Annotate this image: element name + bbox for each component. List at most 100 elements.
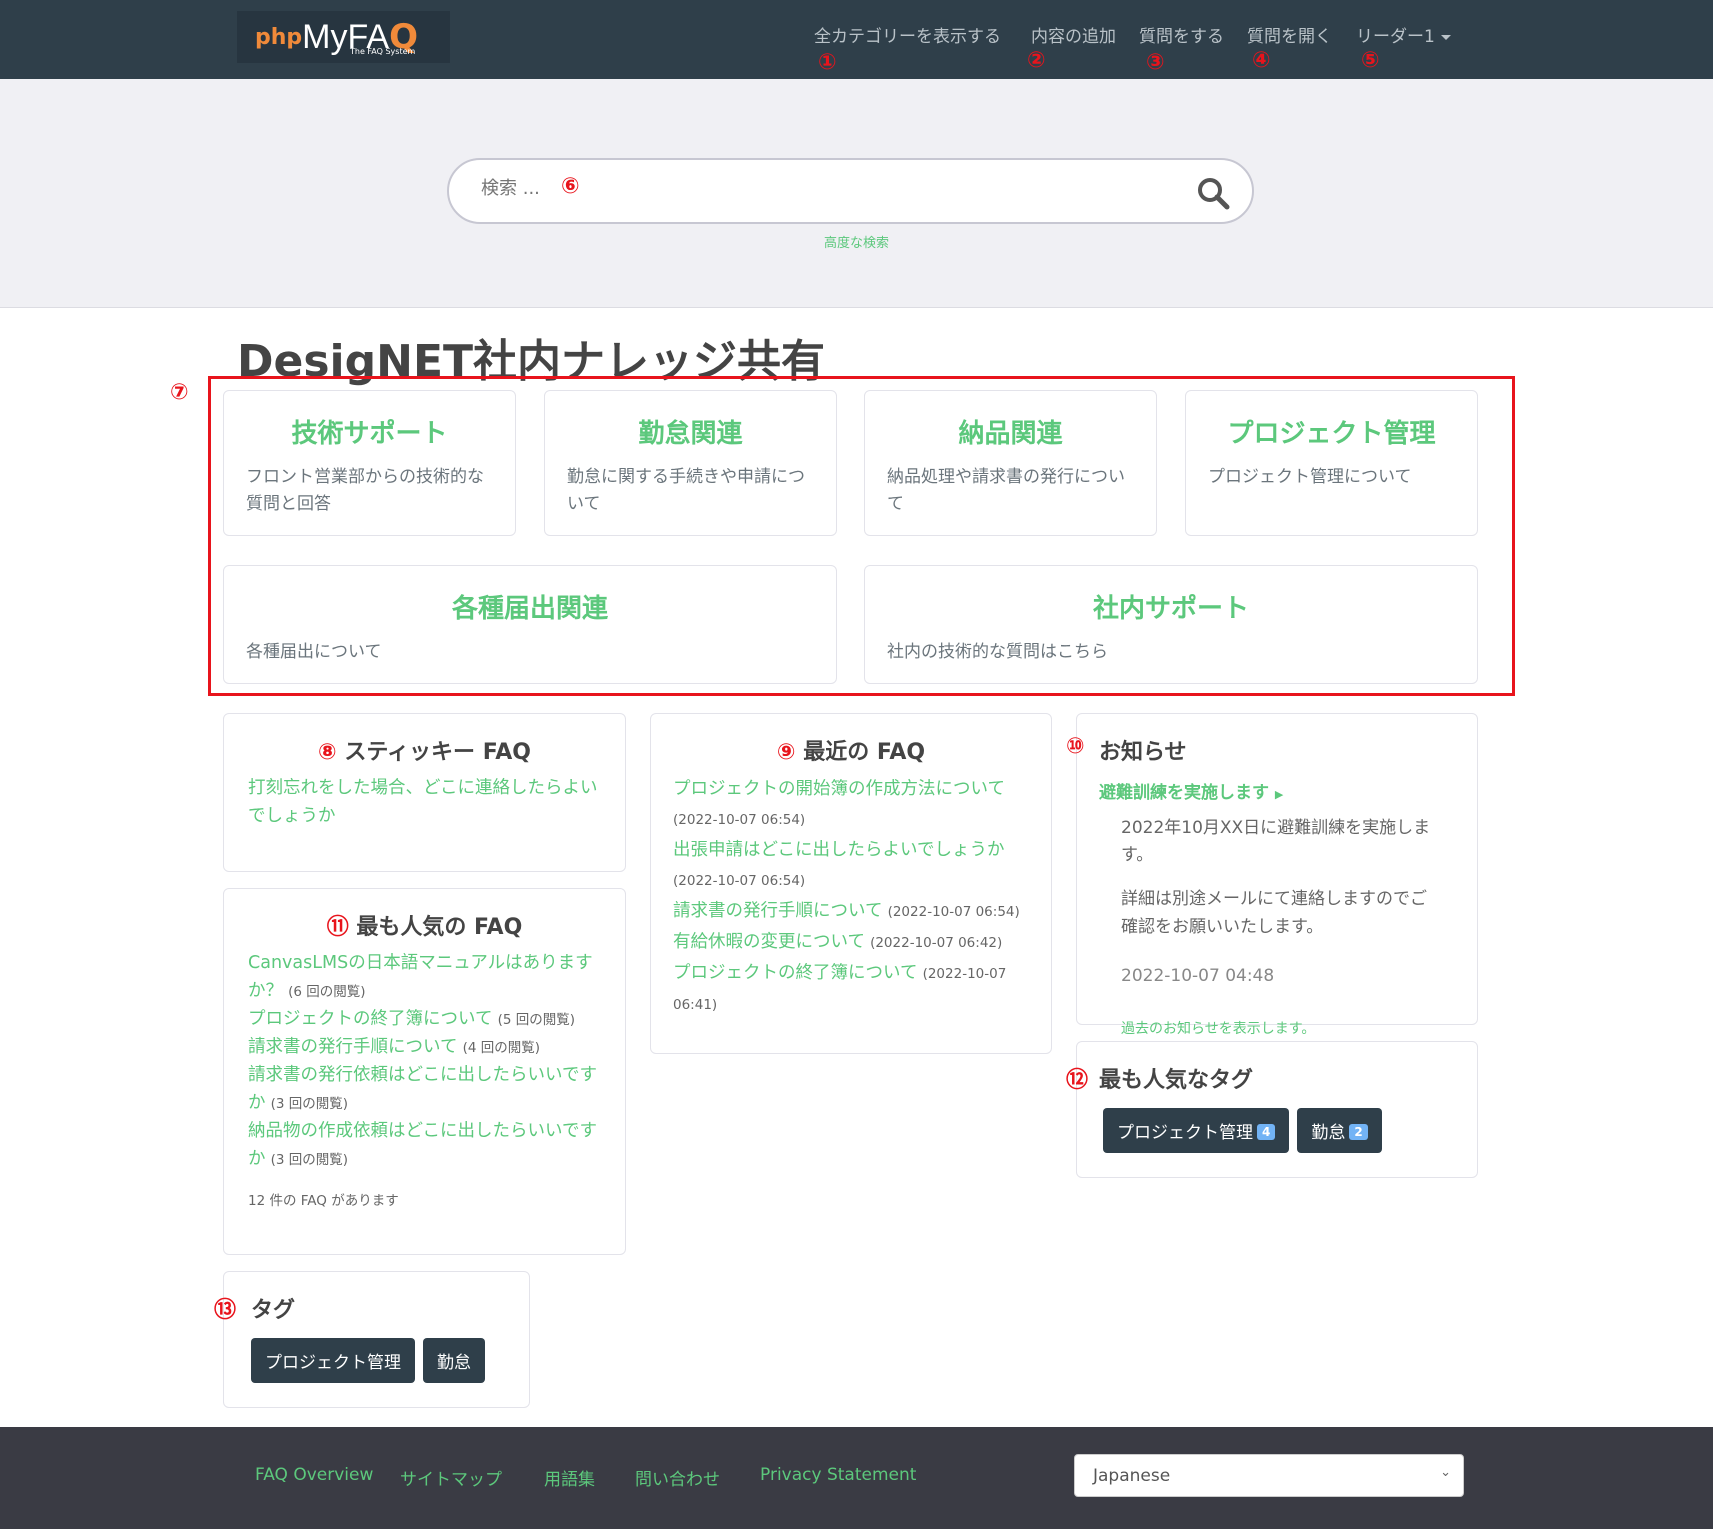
widget-title: 最も人気の FAQ [356, 915, 523, 940]
faq-date: (2022-10-07 06:54) [673, 873, 806, 889]
news-archive-link[interactable]: 過去のお知らせを表示します。 [1099, 1016, 1455, 1043]
news-headline[interactable]: 避難訓練を実施します [1099, 783, 1269, 803]
phpmyfaq-logo[interactable]: php MyFA Q The FAQ System [237, 11, 450, 63]
faq-date: (2022-10-07 06:54) [887, 904, 1020, 920]
footer-link-glossary[interactable]: 用語集 [544, 1465, 595, 1490]
tag-button[interactable]: 勤怠 [423, 1338, 485, 1383]
annotation-12: ⑫ [1066, 1068, 1089, 1093]
list-item: プロジェクトの終了簿について (2022-10-07 06:41) [673, 958, 1029, 1020]
tags-widget: タグ プロジェクト管理 勤怠 [223, 1271, 530, 1408]
annotation-8: ⑧ [318, 740, 337, 765]
list-item: 有給休暇の変更について (2022-10-07 06:42) [673, 927, 1029, 958]
nav-label: 内容の追加 [1031, 27, 1116, 47]
advanced-search-link[interactable]: 高度な検索 [0, 232, 1713, 251]
faq-link[interactable]: 請求書の発行手順について [673, 901, 882, 921]
category-title[interactable]: 納品関連 [865, 413, 1156, 450]
category-desc: フロント営業部からの技術的な質問と回答 [246, 467, 484, 514]
footer-link-privacy[interactable]: Privacy Statement [760, 1465, 916, 1485]
annotation-6: ⑥ [561, 174, 580, 199]
faq-link[interactable]: 請求書の発行手順について [248, 1037, 457, 1057]
category-title[interactable]: 社内サポート [865, 588, 1477, 625]
list-item: 請求書の発行依頼はどこに出したらいいですか (3 回の閲覧) [248, 1061, 601, 1117]
footer-link-faq-overview[interactable]: FAQ Overview [255, 1465, 373, 1485]
nav-ask-question[interactable]: 質問をする [1139, 22, 1224, 47]
widget-title: スティッキー FAQ [344, 740, 531, 765]
news-date: 2022-10-07 04:48 [1121, 966, 1275, 986]
widget-title: 最も人気なタグ [1099, 1068, 1254, 1093]
tag-button[interactable]: プロジェクト管理 [251, 1338, 415, 1383]
news-headline-link[interactable]: 避難訓練を実施します ▶ [1099, 778, 1455, 803]
annotation-9: ⑨ [776, 740, 796, 765]
category-desc: 納品処理や請求書の発行について [887, 467, 1125, 514]
category-card[interactable]: 納品関連納品処理や請求書の発行について [864, 390, 1157, 536]
category-card[interactable]: プロジェクト管理プロジェクト管理について [1185, 390, 1478, 536]
annotation-3: ③ [1146, 50, 1165, 75]
annotation-10: ⑩ [1066, 734, 1085, 759]
tag-count-badge: 4 [1257, 1124, 1276, 1140]
list-item: 納品物の作成依頼はどこに出したらいいですか (3 回の閲覧) [248, 1117, 601, 1173]
widget-title: タグ [251, 1298, 296, 1323]
faq-link[interactable]: 打刻忘れをした場合、どこに連絡したらよいでしょうか [248, 774, 601, 830]
language-select[interactable]: Japanese ⌄ [1074, 1454, 1464, 1497]
faq-link[interactable]: 出張申請はどこに出したらよいでしょうか [673, 840, 1004, 860]
news-body: 詳細は別途メールにて連絡しますのでご確認をお願いいたします。 [1121, 889, 1427, 937]
view-count: (4 回の閲覧) [462, 1040, 540, 1056]
tag-button[interactable]: 勤怠 2 [1297, 1108, 1382, 1153]
search-input[interactable] [481, 178, 561, 199]
category-card[interactable]: 技術サポートフロント営業部からの技術的な質問と回答 [223, 390, 516, 536]
faq-link[interactable]: プロジェクトの開始簿の作成方法について [673, 779, 1005, 799]
category-desc: プロジェクト管理について [1208, 467, 1412, 487]
nav-label: 質問をする [1139, 27, 1224, 47]
widget-title: 最近の FAQ [803, 740, 926, 765]
category-title[interactable]: 勤怠関連 [545, 413, 836, 450]
news-widget: お知らせ 避難訓練を実施します ▶ 2022年10月XX日に避難訓練を実施します… [1076, 713, 1478, 1037]
category-card[interactable]: 社内サポート 社内の技術的な質問はこちら [864, 565, 1478, 684]
news-body: 2022年10月XX日に避難訓練を実施します。 [1121, 818, 1431, 865]
annotation-7: ⑦ [170, 380, 189, 405]
view-count: (3 回の閲覧) [270, 1096, 349, 1112]
list-item: 出張申請はどこに出したらよいでしょうか (2022-10-07 06:54) [673, 835, 1029, 896]
footer-link-contact[interactable]: 問い合わせ [635, 1465, 720, 1490]
category-card[interactable]: 各種届出関連各種届出について [223, 565, 837, 684]
nav-add-content[interactable]: 内容の追加 [1031, 22, 1116, 47]
faq-link[interactable]: プロジェクトの終了簿について [673, 963, 917, 983]
view-count: (3 回の閲覧) [270, 1152, 349, 1168]
nav-label: リーダー1 [1356, 27, 1435, 47]
caret-down-icon [1440, 34, 1451, 40]
recent-faq-widget: ⑨ 最近の FAQ プロジェクトの開始簿の作成方法について (2022-10-0… [650, 713, 1052, 1054]
list-item: 請求書の発行手順について (2022-10-07 06:54) [673, 896, 1029, 927]
annotation-5: ⑤ [1361, 48, 1380, 73]
annotation-1: ① [818, 50, 837, 75]
category-title[interactable]: 各種届出関連 [224, 588, 836, 625]
category-card[interactable]: 勤怠関連勤怠に関する手続きや申請について [544, 390, 837, 536]
advanced-search-label[interactable]: 高度な検索 [824, 236, 889, 251]
sticky-faq-widget: ⑧ スティッキー FAQ 打刻忘れをした場合、どこに連絡したらよいでしょうか [223, 713, 626, 872]
search-bar[interactable]: ⑥ [447, 158, 1254, 224]
tag-button[interactable]: プロジェクト管理 4 [1103, 1108, 1290, 1153]
category-title[interactable]: 技術サポート [224, 413, 515, 450]
view-count: (5 回の閲覧) [497, 1012, 575, 1028]
faq-date: (2022-10-07 06:54) [673, 812, 806, 828]
faq-link[interactable]: プロジェクトの終了簿について [248, 1009, 492, 1029]
list-item: CanvasLMSの日本語マニュアルはありますか？ (6 回の閲覧) [248, 949, 601, 1005]
faq-date: (2022-10-07 06:42) [870, 935, 1003, 951]
popular-faq-widget: ⑪ 最も人気の FAQ CanvasLMSの日本語マニュアルはありますか？ (6… [223, 888, 626, 1255]
nav-user-menu[interactable]: リーダー1 [1356, 22, 1451, 47]
category-title[interactable]: プロジェクト管理 [1186, 413, 1477, 450]
caret-right-icon: ▶ [1274, 788, 1284, 801]
nav-show-all-categories[interactable]: 全カテゴリーを表示する [814, 22, 1001, 47]
list-item: プロジェクトの開始簿の作成方法について (2022-10-07 06:54) [673, 774, 1029, 835]
search-icon[interactable] [1196, 176, 1230, 210]
category-desc: 勤怠に関する手続きや申請について [567, 467, 805, 514]
annotation-2: ② [1027, 48, 1046, 73]
category-desc: 各種届出について [246, 642, 382, 662]
footer-link-sitemap[interactable]: サイトマップ [400, 1465, 502, 1490]
widget-title: お知らせ [1099, 740, 1187, 765]
nav-open-questions[interactable]: 質問を開く [1247, 22, 1332, 47]
list-item: 請求書の発行手順について (4 回の閲覧) [248, 1033, 601, 1061]
language-value: Japanese [1093, 1466, 1171, 1486]
faq-link[interactable]: 有給休暇の変更について [673, 932, 865, 952]
nav-label: 全カテゴリーを表示する [814, 27, 1001, 47]
popular-tags-widget: 最も人気なタグ プロジェクト管理 4 勤怠 2 [1076, 1041, 1478, 1178]
tag-label: 勤怠 [1311, 1123, 1346, 1143]
